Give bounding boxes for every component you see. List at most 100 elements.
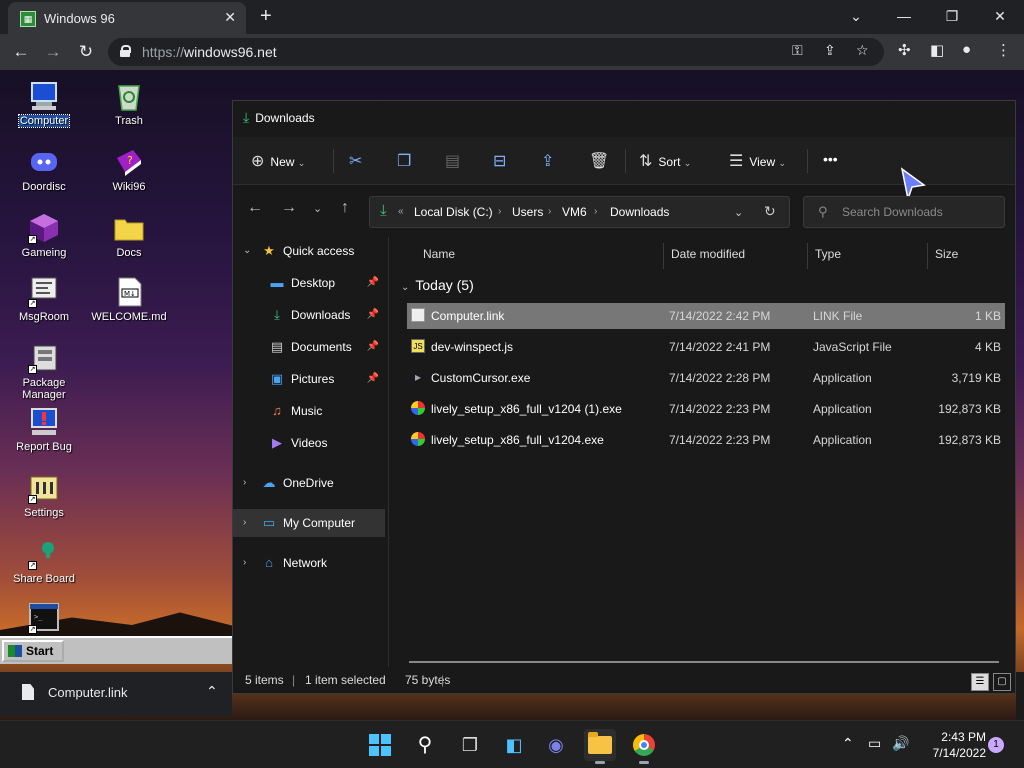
breadcrumb-bar[interactable]: ⤓ « Local Disk (C:) › Users › VM6 › Down… [369, 196, 790, 228]
reload-button[interactable]: ↻ [74, 40, 98, 64]
breadcrumb-separator-icon[interactable]: › [498, 206, 501, 217]
url-text[interactable]: https://windows96.net [142, 44, 277, 60]
details-view-icon[interactable]: ☰ [971, 673, 989, 691]
recent-locations-chevron-icon[interactable]: ⌄ [313, 202, 322, 215]
breadcrumb-separator-icon[interactable]: › [594, 206, 597, 217]
column-divider[interactable] [927, 243, 928, 269]
desktop-icon-gameing[interactable]: ↗ Gameing [4, 212, 84, 259]
view-button[interactable]: ☰ View ⌄ [729, 151, 786, 171]
column-divider[interactable] [663, 243, 664, 269]
chevron-up-icon[interactable]: ⌃ [206, 683, 218, 700]
file-row[interactable]: JS dev-winspect.js 7/14/2022 2:41 PM Jav… [407, 334, 1005, 360]
nav-onedrive[interactable]: › ☁ OneDrive [233, 469, 385, 497]
refresh-icon[interactable]: ↻ [764, 203, 776, 220]
horizontal-scrollbar[interactable] [409, 661, 999, 663]
notification-badge[interactable]: 1 [988, 737, 1004, 753]
file-explorer-icon[interactable] [584, 729, 616, 764]
back-button[interactable]: ← [9, 40, 33, 64]
share-icon[interactable]: ⇪ [541, 151, 554, 171]
desktop-icon-wiki96[interactable]: ? Wiki96 [89, 146, 169, 193]
tab-search-button[interactable]: ⌄ [832, 0, 880, 34]
tiles-view-icon[interactable]: ▢ [993, 673, 1011, 691]
desktop-icon-settings[interactable]: ↗ Settings [4, 472, 84, 519]
breadcrumb-downloads[interactable]: Downloads [610, 205, 669, 219]
system-clock[interactable]: 2:43 PM 7/14/2022 [916, 729, 986, 761]
group-header-today[interactable]: ⌄ Today (5) [401, 277, 474, 293]
desktop-icon-trash[interactable]: Trash [89, 80, 169, 127]
volume-icon[interactable]: 🔊 [892, 735, 909, 752]
column-header-name[interactable]: Name [423, 247, 455, 261]
nav-desktop[interactable]: ▬ Desktop 📌 [233, 269, 385, 297]
lock-icon[interactable] [120, 45, 131, 57]
desktop-icon-share-board[interactable]: ↗ Share Board [4, 538, 84, 585]
address-bar[interactable]: https://windows96.net ⚿ ⇪ ☆ [108, 38, 884, 66]
share-icon[interactable]: ⇪ [824, 42, 836, 59]
breadcrumb-local-disk[interactable]: Local Disk (C:) [414, 205, 493, 219]
restore-button[interactable]: ❐ [928, 0, 976, 34]
breadcrumb-separator-icon[interactable]: › [548, 206, 551, 217]
back-arrow-icon[interactable]: ← [247, 199, 263, 217]
desktop-icon-welcome[interactable]: M↓ WELCOME.md [89, 276, 169, 323]
cut-icon[interactable]: ✂ [349, 151, 362, 171]
nav-pictures[interactable]: ▣ Pictures 📌 [233, 365, 385, 393]
desktop-icon-computer[interactable]: Computer [4, 80, 84, 128]
column-divider[interactable] [807, 243, 808, 269]
show-all-downloads-strip[interactable] [1016, 672, 1024, 720]
breadcrumb-users[interactable]: Users [512, 205, 543, 219]
chrome-icon[interactable] [628, 729, 660, 764]
nav-downloads[interactable]: ⤓ Downloads 📌 [233, 301, 385, 329]
sort-button[interactable]: ⇅ Sort ⌄ [639, 151, 691, 171]
nav-music[interactable]: ♫ Music [233, 397, 385, 425]
chevron-up-icon[interactable]: ⌃ [842, 735, 854, 752]
forward-button[interactable]: → [41, 40, 65, 64]
address-dropdown-icon[interactable]: ⌄ [734, 206, 743, 219]
nav-network[interactable]: › ⌂ Network [233, 549, 385, 577]
nav-documents[interactable]: ▤ Documents 📌 [233, 333, 385, 361]
browser-menu-icon[interactable]: ⋮ [996, 41, 1011, 59]
network-icon[interactable]: ▭ [868, 735, 881, 752]
nav-my-computer[interactable]: › ▭ My Computer [233, 509, 385, 537]
paste-icon[interactable]: ▤ [445, 151, 460, 171]
task-view-icon[interactable]: ❐ [454, 729, 486, 761]
column-header-date[interactable]: Date modified [671, 247, 745, 261]
new-tab-button[interactable]: + [260, 5, 272, 28]
extensions-puzzle-icon[interactable]: ✣ [898, 41, 911, 59]
copy-icon[interactable]: ❐ [397, 151, 411, 171]
minimize-button[interactable]: — [880, 0, 928, 34]
file-row[interactable]: ▸ CustomCursor.exe 7/14/2022 2:28 PM App… [407, 365, 1005, 391]
delete-icon[interactable]: 🗑 [589, 151, 609, 171]
breadcrumb-vm6[interactable]: VM6 [562, 205, 587, 219]
desktop-icon-msgroom[interactable]: ↗ MsgRoom [4, 276, 84, 323]
desktop-icon-terminal[interactable]: >_ ↗ [4, 602, 84, 637]
new-button[interactable]: ⊕ New ⌄ [251, 151, 305, 171]
desktop-icon-doordisc[interactable]: Doordisc [4, 146, 84, 193]
start-button[interactable]: Start [2, 640, 64, 662]
bookmark-star-icon[interactable]: ☆ [856, 42, 869, 59]
search-box[interactable]: ⚲ [803, 196, 1005, 228]
file-row[interactable]: lively_setup_x86_full_v1204.exe 7/14/202… [407, 427, 1005, 453]
column-header-size[interactable]: Size [935, 247, 958, 261]
nav-quick-access[interactable]: ⌄ ★ Quick access [233, 237, 385, 265]
search-icon[interactable]: ⚲ [409, 729, 441, 761]
forward-arrow-icon[interactable]: → [281, 199, 297, 217]
overflow-chevron-icon[interactable]: « [398, 206, 404, 217]
teams-chat-icon[interactable]: ◉ [540, 729, 572, 761]
browser-tab[interactable]: ▦ Windows 96 ✕ [8, 2, 246, 34]
desktop-icon-report-bug[interactable]: Report Bug [4, 406, 84, 453]
side-panel-icon[interactable]: ◧ [930, 41, 944, 59]
downloaded-file-name[interactable]: Computer.link [48, 685, 127, 700]
file-row[interactable]: Computer.link 7/14/2022 2:42 PM LINK Fil… [407, 303, 1005, 329]
column-header-type[interactable]: Type [815, 247, 841, 261]
close-window-button[interactable]: ✕ [976, 0, 1024, 34]
rename-icon[interactable]: ⊟ [493, 151, 506, 171]
windows-start-icon[interactable] [364, 729, 396, 761]
search-input[interactable] [842, 203, 992, 221]
more-options-button[interactable]: ••• [823, 151, 838, 167]
nav-videos[interactable]: ▶ Videos [233, 429, 385, 457]
profile-icon[interactable]: ● [962, 41, 971, 58]
desktop-icon-docs[interactable]: Docs [89, 212, 169, 259]
key-icon[interactable]: ⚿ [792, 42, 803, 59]
desktop-icon-package-manager[interactable]: ↗ Package Manager [4, 342, 84, 401]
file-row[interactable]: lively_setup_x86_full_v1204 (1).exe 7/14… [407, 396, 1005, 422]
close-tab-icon[interactable]: ✕ [224, 9, 236, 26]
